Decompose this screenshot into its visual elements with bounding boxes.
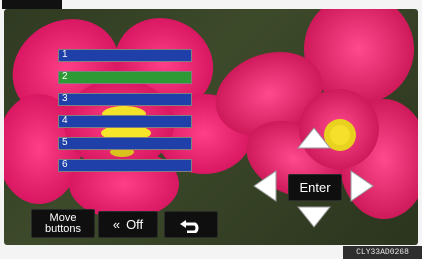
arrow-up-icon[interactable]: [296, 126, 332, 150]
off-button-label: Off: [126, 217, 144, 232]
move-button-label-line1: Move: [49, 211, 77, 224]
row-number-2: 2: [62, 71, 68, 82]
camera-view: 1 2 3 4 5 6 Move buttons « Off Enter: [4, 9, 418, 245]
list-row-3[interactable]: [58, 93, 192, 106]
list-row-6[interactable]: [58, 159, 192, 172]
arrow-left-icon[interactable]: [252, 169, 278, 203]
off-button[interactable]: « Off: [98, 211, 158, 238]
image-code-label: CLY33AD0268: [343, 246, 422, 259]
list-row-5[interactable]: [58, 137, 192, 150]
row-number-3: 3: [62, 93, 68, 104]
move-buttons-button[interactable]: Move buttons: [31, 209, 95, 238]
list-row-2[interactable]: [58, 71, 192, 84]
double-chevron-left-icon: «: [112, 217, 121, 232]
top-bar: [2, 0, 62, 9]
return-icon: [180, 219, 199, 233]
row-number-6: 6: [62, 159, 68, 170]
row-number-1: 1: [62, 49, 68, 60]
arrow-right-icon[interactable]: [349, 169, 375, 203]
enter-button[interactable]: Enter: [288, 174, 342, 201]
arrow-down-icon[interactable]: [296, 205, 332, 229]
move-button-label-line2: buttons: [44, 222, 82, 235]
row-number-5: 5: [62, 137, 68, 148]
return-button[interactable]: [164, 211, 218, 238]
list-row-4[interactable]: [58, 115, 192, 128]
row-number-4: 4: [62, 115, 68, 126]
display-screen-frame: 1 2 3 4 5 6 Move buttons « Off Enter CLY…: [0, 0, 422, 259]
list-row-1[interactable]: [58, 49, 192, 62]
